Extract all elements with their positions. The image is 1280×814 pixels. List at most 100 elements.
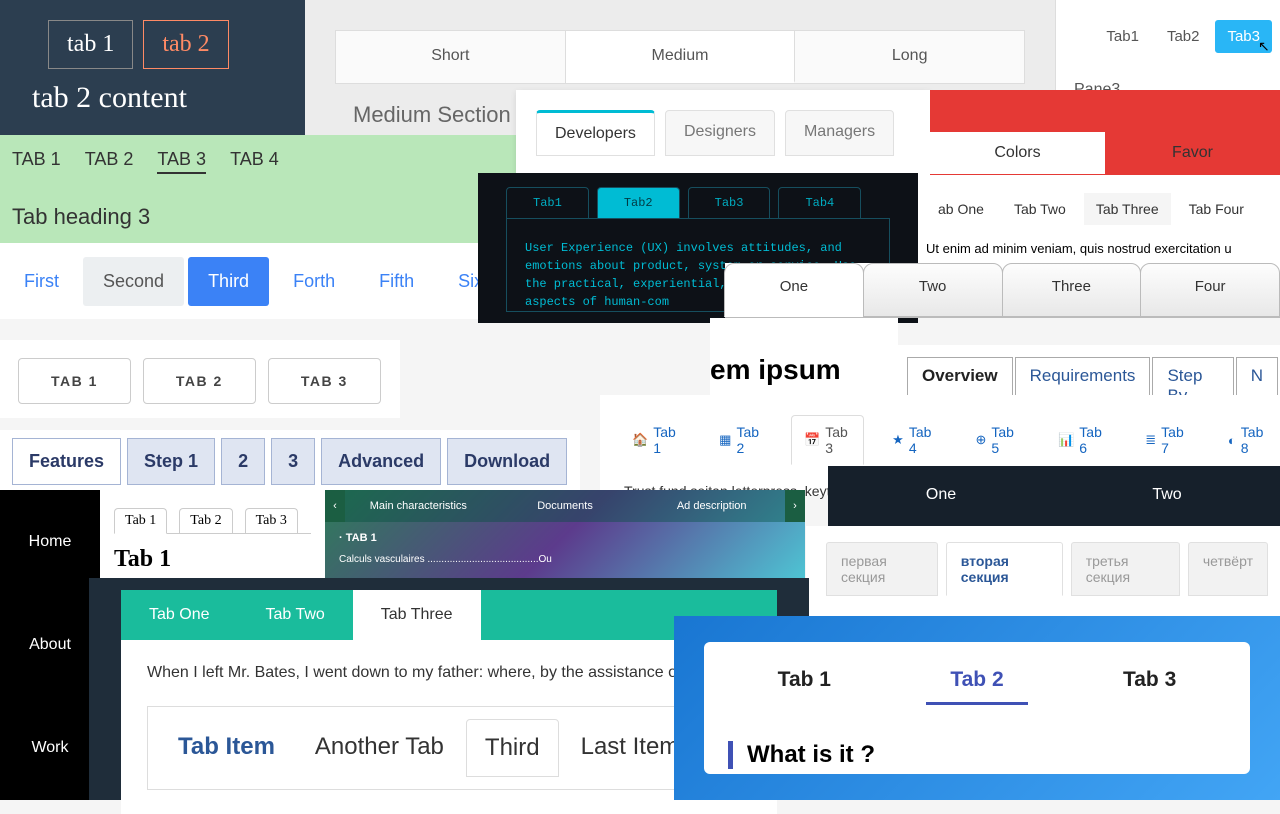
tab-third[interactable]: Third bbox=[188, 257, 269, 306]
tab[interactable]: Tab 2 bbox=[179, 508, 232, 533]
nav-home[interactable]: Home bbox=[0, 490, 100, 593]
tab[interactable]: первая секция bbox=[826, 542, 938, 596]
prev-arrow-icon[interactable]: ‹ bbox=[325, 490, 345, 522]
tab[interactable]: Tab 2 bbox=[926, 662, 1027, 705]
tab-developers[interactable]: Developers bbox=[536, 110, 655, 156]
tab-favorite[interactable]: Favor bbox=[1105, 132, 1280, 174]
tab-two[interactable]: Two bbox=[863, 263, 1003, 317]
tab-bar: tab 1 tab 2 bbox=[0, 0, 305, 69]
tab[interactable]: Tab One bbox=[121, 590, 237, 640]
tab-forth[interactable]: Forth bbox=[273, 257, 355, 306]
tab-managers[interactable]: Managers bbox=[785, 110, 894, 156]
tab-content: tab 2 content bbox=[0, 69, 305, 115]
tab[interactable]: Main characteristics bbox=[345, 500, 492, 512]
tab-features[interactable]: Features bbox=[12, 438, 121, 485]
tab[interactable]: Documents bbox=[492, 500, 639, 512]
simple-tabs-panel: Tab 1 Tab 2 Tab 3 Tab 1 bbox=[100, 490, 325, 580]
tab[interactable]: Tab 1 bbox=[754, 662, 855, 705]
tab-first[interactable]: First bbox=[4, 257, 79, 306]
tab[interactable]: TAB 3 bbox=[157, 149, 206, 174]
tab[interactable]: ▦Tab 2 bbox=[707, 416, 775, 464]
card: Tab 1 Tab 2 Tab 3 What is it ? bbox=[704, 642, 1250, 774]
tab-bar: ‹ Main characteristics Documents Ad desc… bbox=[325, 490, 805, 522]
tab[interactable]: вторая секция bbox=[946, 542, 1063, 596]
tab[interactable]: третья секция bbox=[1071, 542, 1180, 596]
red-colors-panel: Colors Favor bbox=[930, 90, 1280, 175]
tab[interactable]: Third bbox=[466, 719, 559, 777]
tab[interactable]: tab 2 bbox=[143, 20, 228, 69]
tab-one[interactable]: One bbox=[724, 263, 864, 317]
nav-work[interactable]: Work bbox=[0, 697, 100, 800]
tab-advanced[interactable]: Advanced bbox=[321, 438, 441, 485]
nav-about[interactable]: About bbox=[0, 593, 100, 696]
tab[interactable]: Tab2 bbox=[1155, 20, 1212, 53]
tab[interactable]: 📅Tab 3 bbox=[791, 415, 864, 465]
calendar-icon: 📅 bbox=[804, 432, 820, 448]
next-arrow-icon[interactable]: › bbox=[785, 490, 805, 522]
tab-bar: Tab1 Tab2 Tab3 bbox=[1056, 0, 1280, 53]
tab[interactable]: ab One bbox=[926, 193, 996, 225]
tab[interactable]: TAB 1 bbox=[18, 358, 131, 404]
tab-designers[interactable]: Designers bbox=[665, 110, 775, 156]
tab[interactable]: Tab 3 bbox=[1099, 662, 1200, 705]
tab-label: Tab 4 bbox=[909, 424, 936, 456]
tab-bar: 🏠Tab 1 ▦Tab 2 📅Tab 3 ★Tab 4 ⊕ Tab 5 📊Tab … bbox=[620, 415, 1280, 465]
tab-medium[interactable]: Medium bbox=[566, 31, 796, 83]
tab[interactable]: Tab 1 bbox=[114, 508, 167, 534]
tab-long[interactable]: Long bbox=[795, 31, 1024, 83]
tab[interactable]: TAB 2 bbox=[143, 358, 256, 404]
tab-label: Tab 8 bbox=[1241, 424, 1268, 456]
tab-download[interactable]: Download bbox=[447, 438, 567, 485]
tab[interactable]: Another Tab bbox=[297, 719, 462, 777]
tab-step2[interactable]: 2 bbox=[221, 438, 265, 485]
tab-second[interactable]: Second bbox=[83, 257, 184, 306]
tab[interactable]: ≣Tab 7 bbox=[1133, 416, 1200, 464]
tab[interactable]: Tab4 bbox=[778, 187, 861, 219]
tab[interactable]: ◐Tab 8 bbox=[1216, 416, 1280, 464]
tab-label: Tab 2 bbox=[736, 424, 763, 456]
sub-tab-bar: Tab Item Another Tab Third Last Item bbox=[147, 706, 710, 790]
tab[interactable]: tab 1 bbox=[48, 20, 133, 69]
tab[interactable]: Tab Two bbox=[237, 590, 352, 640]
tab-bar: Developers Designers Managers bbox=[536, 110, 910, 156]
tab[interactable]: Tab Item bbox=[160, 719, 293, 777]
tab[interactable]: Ad description bbox=[638, 500, 785, 512]
tab-four[interactable]: Four bbox=[1140, 263, 1280, 317]
overview-tabs-panel: Overview Requirements Step By Step N bbox=[895, 345, 1280, 395]
tab[interactable]: TAB 2 bbox=[85, 149, 134, 174]
dark-one-two-panel: One Two bbox=[828, 466, 1280, 526]
tab-three[interactable]: Three bbox=[1002, 263, 1142, 317]
tab[interactable]: Tab Three bbox=[353, 590, 481, 640]
tab[interactable]: TAB 4 bbox=[230, 149, 279, 174]
globe-icon: ⊕ bbox=[975, 432, 986, 448]
tab-step3[interactable]: 3 bbox=[271, 438, 315, 485]
vertical-nav: Home About Work bbox=[0, 490, 100, 800]
tab[interactable]: 📊Tab 6 bbox=[1046, 416, 1117, 464]
tab[interactable]: Tab1 bbox=[506, 187, 589, 219]
tab-fifth[interactable]: Fifth bbox=[359, 257, 434, 306]
white-tab-one-four: ab One Tab Two Tab Three Tab Four Ut eni… bbox=[918, 175, 1280, 265]
tab[interactable]: Tab 3 bbox=[245, 508, 298, 533]
home-icon: 🏠 bbox=[632, 432, 648, 448]
tab[interactable]: ★Tab 4 bbox=[880, 416, 947, 464]
tab-short[interactable]: Short bbox=[336, 31, 566, 83]
list-icon: ≣ bbox=[1145, 432, 1156, 448]
tab-colors[interactable]: Colors bbox=[930, 132, 1105, 174]
tab-label: Tab 5 bbox=[991, 424, 1018, 456]
tab[interactable]: TAB 3 bbox=[268, 358, 381, 404]
tab-bar: Tab 1 Tab 2 Tab 3 bbox=[728, 662, 1226, 705]
tab-two[interactable]: Two bbox=[1054, 466, 1280, 526]
tab-step1[interactable]: Step 1 bbox=[127, 438, 215, 485]
tab[interactable]: Tab1 bbox=[1094, 20, 1151, 53]
tab[interactable]: Tab Three bbox=[1084, 193, 1171, 225]
tab[interactable]: Tab2 bbox=[597, 187, 680, 219]
tab[interactable]: Tab3 bbox=[688, 187, 771, 219]
tab[interactable]: TAB 1 bbox=[12, 149, 61, 174]
tab[interactable]: 🏠Tab 1 bbox=[620, 416, 691, 464]
tab-one[interactable]: One bbox=[828, 466, 1054, 526]
tab[interactable]: ⊕ Tab 5 bbox=[963, 416, 1030, 464]
tab[interactable]: четвёрт bbox=[1188, 542, 1268, 596]
body-text: Ut enim ad minim veniam, quis nostrud ex… bbox=[926, 225, 1272, 256]
tab[interactable]: Tab Two bbox=[1002, 193, 1078, 225]
tab[interactable]: Tab Four bbox=[1177, 193, 1256, 225]
